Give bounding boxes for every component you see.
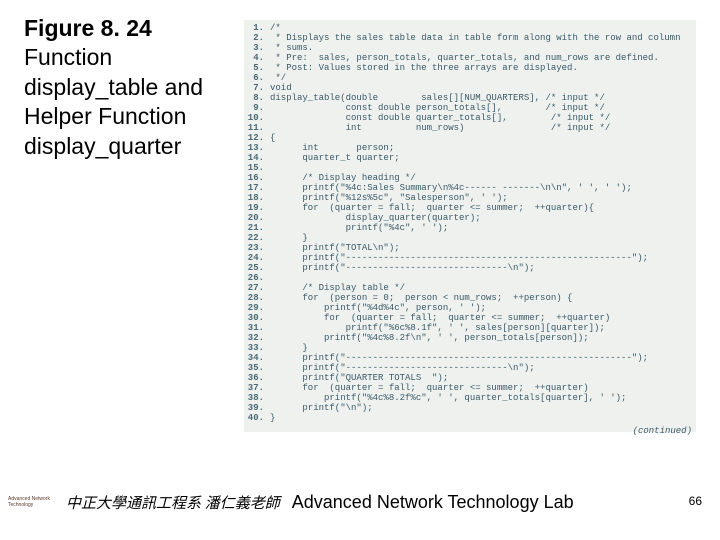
code-line: * Post: Values stored in the three array… <box>270 63 694 73</box>
line-number: 24. <box>244 253 264 263</box>
line-number: 36. <box>244 373 264 383</box>
code-line: for (person = 0; person < num_rows; ++pe… <box>270 293 694 303</box>
line-number: 6. <box>244 73 264 83</box>
code-line: printf("%4d%4c", person, ' '); <box>270 303 694 313</box>
code-line: printf("------------------------------\n… <box>270 263 694 273</box>
line-number: 10. <box>244 113 264 123</box>
line-number: 9. <box>244 103 264 113</box>
line-number: 18. <box>244 193 264 203</box>
figure-caption: Function display_table and Helper Functi… <box>24 44 203 158</box>
line-number: 35. <box>244 363 264 373</box>
line-number: 32. <box>244 333 264 343</box>
code-line: printf("%12s%5c", "Salesperson", ' '); <box>270 193 694 203</box>
code-line: printf("QUARTER TOTALS "); <box>270 373 694 383</box>
line-number: 40. <box>244 413 264 423</box>
footer-chinese: 中正大學通訊工程系 潘仁義老師 <box>66 492 280 513</box>
code-line: /* Display heading */ <box>270 173 694 183</box>
code-line: int num_rows) /* input */ <box>270 123 694 133</box>
code-line: printf("--------------------------------… <box>270 253 694 263</box>
figure-number: Figure 8. 24 <box>24 15 152 41</box>
code-line: */ <box>270 73 694 83</box>
line-number: 3. <box>244 43 264 53</box>
code-line: printf("%4c", ' '); <box>270 223 694 233</box>
code-line: printf("%4c%8.2f\n", ' ', person_totals[… <box>270 333 694 343</box>
line-number: 12. <box>244 133 264 143</box>
code-line <box>270 273 694 283</box>
line-number: 34. <box>244 353 264 363</box>
code-line: } <box>270 233 694 243</box>
line-number: 29. <box>244 303 264 313</box>
line-number: 38. <box>244 393 264 403</box>
code-line: for (quarter = fall; quarter <= summer; … <box>270 383 694 393</box>
line-number: 2. <box>244 33 264 43</box>
footer-english: Advanced Network Technology Lab <box>292 492 574 513</box>
line-number: 14. <box>244 153 264 163</box>
line-number: 7. <box>244 83 264 93</box>
code-line: quarter_t quarter; <box>270 153 694 163</box>
line-number: 5. <box>244 63 264 73</box>
code-line: display_table(double sales[][NUM_QUARTER… <box>270 93 694 103</box>
line-number: 13. <box>244 143 264 153</box>
code-line <box>270 163 694 173</box>
code-line: display_quarter(quarter); <box>270 213 694 223</box>
code-line: * Displays the sales table data in table… <box>270 33 694 43</box>
line-number: 4. <box>244 53 264 63</box>
code-line: * Pre: sales, person_totals, quarter_tot… <box>270 53 694 63</box>
code-line: /* Display table */ <box>270 283 694 293</box>
code-line: printf("%4c:Sales Summary\n%4c------ ---… <box>270 183 694 193</box>
line-number: 15. <box>244 163 264 173</box>
line-number: 17. <box>244 183 264 193</box>
footer: Advanced Network Technology 中正大學通訊工程系 潘仁… <box>0 484 720 520</box>
line-number-gutter: 1.2.3.4.5.6.7.8.9.10.11.12.13.14.15.16.1… <box>244 20 268 432</box>
code-line: const double quarter_totals[], /* input … <box>270 113 694 123</box>
code-line: printf("------------------------------\n… <box>270 363 694 373</box>
code-line: printf("\n"); <box>270 403 694 413</box>
line-number: 22. <box>244 233 264 243</box>
code-line: printf("--------------------------------… <box>270 353 694 363</box>
code-line: for (quarter = fall; quarter <= summer; … <box>270 313 694 323</box>
code-listing: 1.2.3.4.5.6.7.8.9.10.11.12.13.14.15.16.1… <box>244 20 696 432</box>
code-line: /* <box>270 23 694 33</box>
page-number: 66 <box>689 494 702 508</box>
code-line: printf("TOTAL\n"); <box>270 243 694 253</box>
line-number: 16. <box>244 173 264 183</box>
line-number: 20. <box>244 213 264 223</box>
line-number: 26. <box>244 273 264 283</box>
code-line: } <box>270 413 694 423</box>
line-number: 33. <box>244 343 264 353</box>
line-number: 39. <box>244 403 264 413</box>
footer-logo: Advanced Network Technology <box>8 487 62 517</box>
line-number: 8. <box>244 93 264 103</box>
code-body: /* * Displays the sales table data in ta… <box>268 20 696 432</box>
code-line: void <box>270 83 694 93</box>
line-number: 11. <box>244 123 264 133</box>
line-number: 37. <box>244 383 264 393</box>
line-number: 23. <box>244 243 264 253</box>
line-number: 30. <box>244 313 264 323</box>
line-number: 27. <box>244 283 264 293</box>
code-line: { <box>270 133 694 143</box>
continued-label: (continued) <box>633 426 692 436</box>
line-number: 25. <box>244 263 264 273</box>
code-line: printf("%6c%8.1f", ' ', sales[person][qu… <box>270 323 694 333</box>
code-line: printf("%4c%8.2f%c", ' ', quarter_totals… <box>270 393 694 403</box>
line-number: 1. <box>244 23 264 33</box>
line-number: 31. <box>244 323 264 333</box>
code-line: * sums. <box>270 43 694 53</box>
code-line: } <box>270 343 694 353</box>
line-number: 21. <box>244 223 264 233</box>
code-line: const double person_totals[], /* input *… <box>270 103 694 113</box>
code-line: for (quarter = fall; quarter <= summer; … <box>270 203 694 213</box>
figure-title: Figure 8. 24 Function display_table and … <box>24 14 234 161</box>
code-line: int person; <box>270 143 694 153</box>
line-number: 28. <box>244 293 264 303</box>
line-number: 19. <box>244 203 264 213</box>
